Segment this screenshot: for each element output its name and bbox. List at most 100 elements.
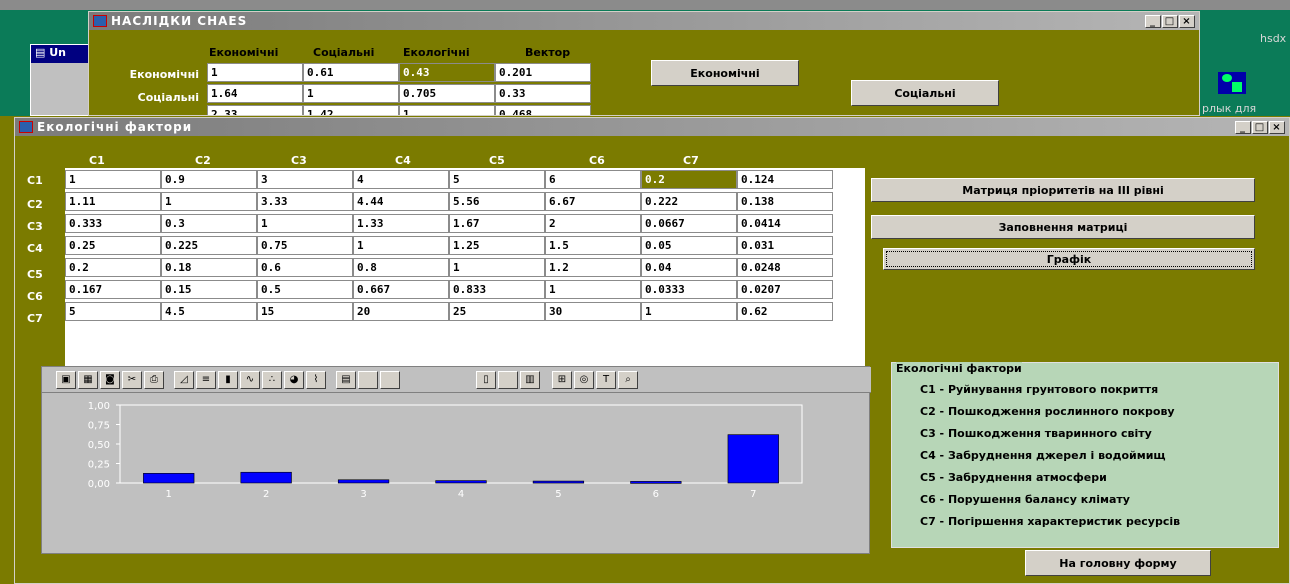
effects-cell[interactable]: 2.33 (207, 105, 303, 115)
save-icon[interactable]: ▣ (56, 371, 76, 389)
matrix-cell[interactable]: 1 (545, 280, 641, 299)
blank-tool-icon[interactable] (380, 371, 400, 389)
matrix-cell[interactable]: 1 (257, 214, 353, 233)
graph-button[interactable]: Графік (883, 248, 1255, 270)
minimize-icon[interactable]: _ (1145, 14, 1161, 28)
matrix-cell[interactable]: 1.67 (449, 214, 545, 233)
matrix-cell[interactable]: 4.44 (353, 192, 449, 211)
matrix-cell[interactable]: 0.0667 (641, 214, 737, 233)
step-chart-icon[interactable]: ⌇ (306, 371, 326, 389)
matrix-cell[interactable]: 0.0414 (737, 214, 833, 233)
effects-cell[interactable]: 0.33 (495, 84, 591, 103)
matrix-cell[interactable]: 0.15 (161, 280, 257, 299)
effects-cell[interactable]: 1 (207, 63, 303, 82)
effects-cell[interactable]: 1.42 (303, 105, 399, 115)
matrix-cell[interactable]: 5 (65, 302, 161, 321)
matrix-cell[interactable]: 1.25 (449, 236, 545, 255)
matrix-cell[interactable]: 0.9 (161, 170, 257, 189)
bar-chart-icon[interactable]: ▮ (218, 371, 238, 389)
zoom-tool-icon[interactable]: ◎ (574, 371, 594, 389)
camera-icon[interactable]: ◙ (100, 371, 120, 389)
blank-tool-icon[interactable] (358, 371, 378, 389)
matrix-cell[interactable]: 0.5 (257, 280, 353, 299)
matrix-cell-selected[interactable]: 0.2 (641, 170, 737, 189)
matrix-cell[interactable]: 1.5 (545, 236, 641, 255)
effects-cell[interactable]: 1 (399, 105, 495, 115)
priority-matrix-button[interactable]: Матриця пріоритетів на ІІІ рівні (871, 178, 1255, 202)
effects-cell-selected[interactable]: 0.43 (399, 63, 495, 82)
close-icon[interactable]: × (1269, 120, 1285, 134)
maximize-icon[interactable]: □ (1252, 120, 1268, 134)
matrix-cell[interactable]: 4 (353, 170, 449, 189)
matrix-cell[interactable]: 0.138 (737, 192, 833, 211)
matrix-cell[interactable]: 3 (257, 170, 353, 189)
effects-cell[interactable]: 0.468 (495, 105, 591, 115)
matrix-cell[interactable]: 0.833 (449, 280, 545, 299)
matrix-cell[interactable]: 0.667 (353, 280, 449, 299)
matrix-cell[interactable]: 0.0248 (737, 258, 833, 277)
matrix-cell[interactable]: 0.031 (737, 236, 833, 255)
matrix-cell[interactable]: 0.8 (353, 258, 449, 277)
matrix-cell[interactable]: 1.33 (353, 214, 449, 233)
matrix-cell[interactable]: 30 (545, 302, 641, 321)
matrix-cell[interactable]: 0.25 (65, 236, 161, 255)
matrix-cell[interactable]: 0.3 (161, 214, 257, 233)
effects-cell[interactable]: 1 (303, 84, 399, 103)
matrix-cell[interactable]: 0.222 (641, 192, 737, 211)
matrix-cell[interactable]: 1 (353, 236, 449, 255)
matrix-cell[interactable]: 0.2 (65, 258, 161, 277)
matrix-cell[interactable]: 2 (545, 214, 641, 233)
matrix-cell[interactable]: 6.67 (545, 192, 641, 211)
matrix-cell[interactable]: 1 (65, 170, 161, 189)
matrix-cell[interactable]: 1 (449, 258, 545, 277)
search-icon[interactable]: ⌕ (618, 371, 638, 389)
effects-cell[interactable]: 1.64 (207, 84, 303, 103)
matrix-cell[interactable]: 1.2 (545, 258, 641, 277)
document-icon[interactable]: ▯ (476, 371, 496, 389)
effects-cell[interactable]: 0.61 (303, 63, 399, 82)
fill-matrix-button[interactable]: Заповнення матриці (871, 215, 1255, 239)
pie-chart-icon[interactable]: ◕ (284, 371, 304, 389)
hbar-chart-icon[interactable]: ≡ (196, 371, 216, 389)
matrix-cell[interactable]: 4.5 (161, 302, 257, 321)
grid-icon[interactable]: ▥ (520, 371, 540, 389)
cut-icon[interactable]: ✂ (122, 371, 142, 389)
area-chart-icon[interactable]: ◿ (174, 371, 194, 389)
matrix-cell[interactable]: 20 (353, 302, 449, 321)
shortcut-icon[interactable] (1218, 72, 1246, 94)
matrix-cell[interactable]: 5 (449, 170, 545, 189)
matrix-cell[interactable]: 0.333 (65, 214, 161, 233)
text-tool-icon[interactable]: T (596, 371, 616, 389)
effects-cell[interactable]: 0.201 (495, 63, 591, 82)
maximize-icon[interactable]: □ (1162, 14, 1178, 28)
matrix-cell[interactable]: 0.6 (257, 258, 353, 277)
matrix-cell[interactable]: 5.56 (449, 192, 545, 211)
social-button[interactable]: Соціальні (851, 80, 999, 106)
matrix-cell[interactable]: 0.167 (65, 280, 161, 299)
line-chart-icon[interactable]: ∿ (240, 371, 260, 389)
matrix-cell[interactable]: 0.75 (257, 236, 353, 255)
matrix-cell[interactable]: 1.11 (65, 192, 161, 211)
scatter-chart-icon[interactable]: ∴ (262, 371, 282, 389)
matrix-cell[interactable]: 1 (641, 302, 737, 321)
matrix-cell[interactable]: 0.04 (641, 258, 737, 277)
matrix-cell[interactable]: 1 (161, 192, 257, 211)
axis-icon[interactable]: ⊞ (552, 371, 572, 389)
economic-button[interactable]: Економічні (651, 60, 799, 86)
matrix-cell[interactable]: 0.225 (161, 236, 257, 255)
print-icon[interactable]: ⎙ (144, 371, 164, 389)
blank-tool-icon[interactable] (498, 371, 518, 389)
home-form-button[interactable]: На головну форму (1025, 550, 1211, 576)
save-as-icon[interactable]: ▦ (78, 371, 98, 389)
matrix-cell[interactable]: 0.18 (161, 258, 257, 277)
matrix-cell[interactable]: 25 (449, 302, 545, 321)
matrix-cell[interactable]: 0.05 (641, 236, 737, 255)
matrix-cell[interactable]: 0.0333 (641, 280, 737, 299)
close-icon[interactable]: × (1179, 14, 1195, 28)
matrix-cell[interactable]: 6 (545, 170, 641, 189)
matrix-cell[interactable]: 0.0207 (737, 280, 833, 299)
minimize-icon[interactable]: _ (1235, 120, 1251, 134)
matrix-cell[interactable]: 0.124 (737, 170, 833, 189)
matrix-cell[interactable]: 3.33 (257, 192, 353, 211)
matrix-cell[interactable]: 0.62 (737, 302, 833, 321)
